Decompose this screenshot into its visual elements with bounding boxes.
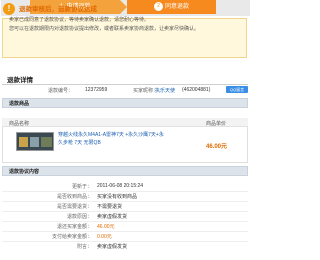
divider <box>2 84 248 85</box>
qq-message-button[interactable]: QQ留言 <box>226 86 248 93</box>
refund-amount-value: 46.00元 <box>97 224 115 230</box>
column-header-name: 商品名称 <box>9 121 30 127</box>
return-goods-value: 不需要退货 <box>97 204 123 210</box>
refund-reason-label: 退款原因： <box>66 214 92 220</box>
row-divider <box>2 221 248 222</box>
received-value: 买家没有收到商品 <box>97 194 138 200</box>
buyer-name-link[interactable]: 执乐天使 <box>155 87 175 94</box>
row-divider <box>2 211 248 212</box>
notice-title: 退款审核后，退款协议达成 <box>19 6 97 13</box>
buyer-qq: (462004881) <box>182 87 211 93</box>
section-title: 退款协议内容 <box>9 169 40 175</box>
refund-amount-label: 退还买家金额： <box>56 224 92 230</box>
refund-number: 12372959 <box>85 87 108 93</box>
product-thumbnail[interactable] <box>16 132 54 151</box>
step-arrow <box>120 0 127 14</box>
section-header-bar <box>2 98 248 108</box>
seller-amount-label: 支付给卖家金额： <box>51 234 92 240</box>
product-link[interactable]: 穿越火线永久M4A1-A雷神7天 +永久沙鹰7天+永久步枪 7天 无限QB <box>58 131 166 147</box>
row-divider <box>2 231 248 232</box>
step-number: 2 <box>153 1 163 11</box>
row-divider <box>2 241 248 242</box>
refund-number-label: 退款编号： <box>48 88 74 94</box>
section-title: 退款详情 <box>7 77 33 84</box>
step-agree-refund: 2 同意退款 <box>127 0 216 14</box>
received-label: 是否收到商品： <box>56 194 92 200</box>
note-label: 附言： <box>76 244 92 250</box>
step-label: 同意退款 <box>164 4 189 10</box>
seller-amount-value: 0.00元 <box>97 234 112 240</box>
updated-value: 2011-06-08 20:15:24 <box>97 183 144 189</box>
notice-text: 卖家已成同意了退款协议，等待卖家确认退款，请您耐心等待。 <box>9 17 150 23</box>
updated-label: 更新于： <box>71 184 92 190</box>
info-icon: ! <box>3 3 15 15</box>
column-header-price: 商品单价 <box>206 121 227 127</box>
note-value: 卖家虚假发货 <box>97 244 128 250</box>
status-notice <box>2 18 247 58</box>
notice-text: 您可以在退款期限内对退款协议提出修改，或者联系卖家协商退款，让卖家尽快确认。 <box>9 26 200 32</box>
return-goods-label: 是否需要退货： <box>56 204 92 210</box>
row-divider <box>2 191 248 192</box>
refund-reason-value: 卖家虚假发货 <box>97 214 128 220</box>
product-price: 46.00元 <box>206 144 228 150</box>
section-title: 退款商品 <box>9 101 30 107</box>
row-divider <box>2 201 248 202</box>
